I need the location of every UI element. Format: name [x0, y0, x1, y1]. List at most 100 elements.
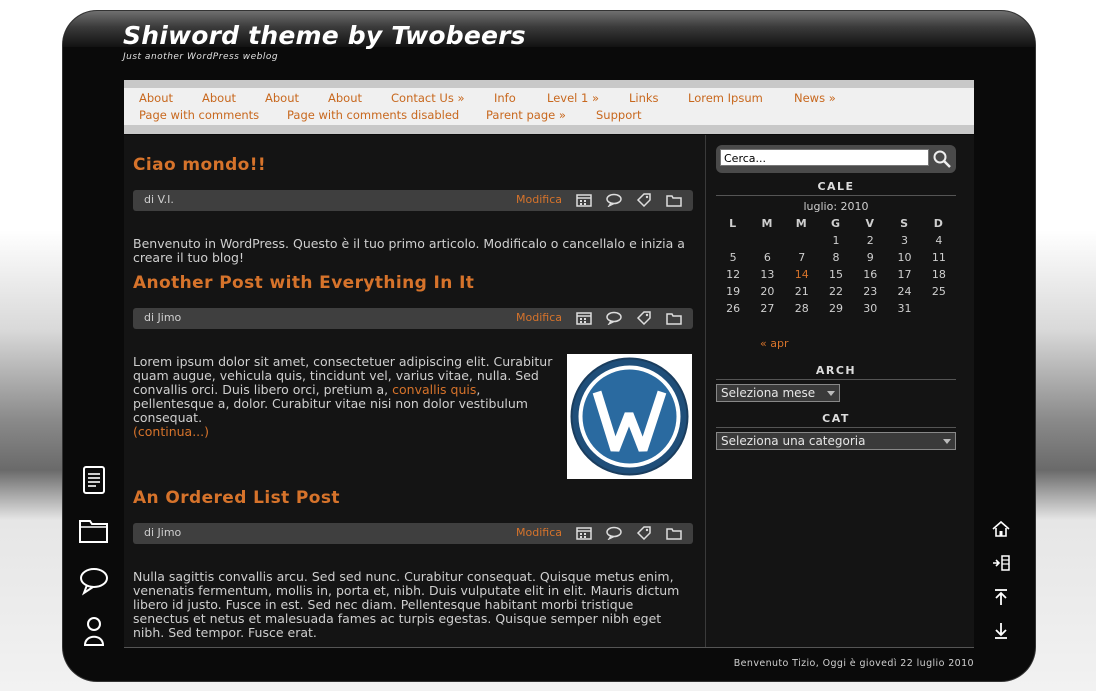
menu-item-page-with-comments[interactable]: Page with comments — [139, 108, 259, 122]
read-more-link[interactable]: (continua...) — [133, 424, 209, 439]
weekday: D — [933, 217, 944, 230]
menu-item-about-4[interactable]: About — [328, 91, 362, 105]
calendar-widget: luglio: 2010 L M M G V S D 1 2 3 4 5 6 7… — [716, 200, 956, 350]
post-excerpt: Benvenuto in WordPress. Questo è il tuo … — [133, 236, 685, 265]
menu-item-about-2[interactable]: About — [202, 91, 236, 105]
edit-link[interactable]: Modifica — [516, 193, 562, 206]
comment-icon[interactable] — [606, 311, 622, 325]
edit-link[interactable]: Modifica — [516, 311, 562, 324]
main-menu: About About About About Contact Us » Inf… — [124, 80, 974, 134]
calendar-day: 16 — [863, 268, 878, 281]
tag-icon[interactable] — [636, 193, 652, 207]
calendar-weekdays: L M M G V S D — [716, 215, 956, 232]
calendar-day: 9 — [866, 251, 874, 264]
site-tagline: Just another WordPress weblog — [123, 52, 279, 62]
calendar-day-today[interactable]: 14 — [785, 266, 819, 283]
calendar-day: 8 — [832, 251, 840, 264]
calendar-week: 5 6 7 8 9 10 11 — [716, 249, 956, 266]
post-author: di V.I. — [144, 193, 174, 206]
calendar-day: 6 — [763, 251, 771, 264]
calendar-day: 1 — [832, 234, 840, 247]
post-author: di Jimo — [144, 526, 182, 539]
share-icon[interactable] — [991, 553, 1011, 573]
folder-icon[interactable] — [666, 193, 682, 207]
menu-item-lorem-ipsum[interactable]: Lorem Ipsum — [688, 91, 763, 105]
chevron-down-icon — [827, 391, 835, 396]
menu-item-news[interactable]: News » — [794, 91, 836, 105]
calendar-day: 23 — [863, 285, 878, 298]
calendar-day — [785, 232, 819, 249]
calendar-day — [922, 300, 956, 317]
category-select[interactable]: Seleziona una categoria — [716, 432, 956, 450]
post-meta-bar: di V.I. Modifica — [133, 190, 693, 211]
menu-item-about-1[interactable]: About — [139, 91, 173, 105]
search-input[interactable]: Cerca... — [720, 149, 929, 166]
archive-widget-title: ARCH — [716, 364, 956, 380]
menu-item-links[interactable]: Links — [629, 91, 659, 105]
calendar-day: 29 — [828, 302, 843, 315]
tag-icon[interactable] — [636, 311, 652, 325]
calendar-icon[interactable] — [576, 193, 592, 207]
home-icon[interactable] — [991, 519, 1011, 539]
menu-item-page-comments-disabled[interactable]: Page with comments disabled — [287, 108, 459, 122]
calendar-day: 20 — [760, 285, 775, 298]
calendar-day: 18 — [931, 268, 946, 281]
archive-select[interactable]: Seleziona mese — [716, 384, 840, 402]
weekday: M — [795, 217, 808, 230]
folder-icon[interactable] — [666, 311, 682, 325]
post-excerpt: Lorem ipsum dolor sit amet, consectetuer… — [133, 355, 561, 439]
convallis-link[interactable]: convallis quis — [392, 382, 476, 397]
comment-icon[interactable] — [606, 526, 622, 540]
theme-frame: Shiword theme by Twobeers Just another W… — [63, 11, 1035, 681]
calendar-day: 19 — [726, 285, 741, 298]
sidebar: Cerca... CALE luglio: 2010 L M M G V S D… — [705, 135, 974, 647]
calendar-day: 5 — [729, 251, 737, 264]
post-title[interactable]: Another Post with Everything In It — [133, 273, 693, 293]
post-3: An Ordered List Post di Jimo Modifica Nu… — [133, 488, 693, 640]
comment-icon[interactable] — [606, 193, 622, 207]
calendar-prev-link[interactable]: « apr — [760, 337, 788, 350]
calendar-widget-title: CALE — [716, 180, 956, 196]
post-title[interactable]: Ciao mondo!! — [133, 155, 693, 175]
calendar-day — [716, 232, 750, 249]
calendar-icon[interactable] — [576, 311, 592, 325]
calendar-day: 25 — [931, 285, 946, 298]
menu-item-level-1[interactable]: Level 1 » — [547, 91, 599, 105]
calendar-day: 31 — [897, 302, 912, 315]
edit-link[interactable]: Modifica — [516, 526, 562, 539]
menu-item-support[interactable]: Support — [596, 108, 641, 122]
menu-item-contact-us[interactable]: Contact Us » — [391, 91, 465, 105]
calendar-week: 12 13 14 15 16 17 18 — [716, 266, 956, 283]
calendar-day: 15 — [828, 268, 843, 281]
calendar-day: 28 — [794, 302, 809, 315]
menu-item-info[interactable]: Info — [494, 91, 516, 105]
weekday: L — [729, 217, 738, 230]
content-area: Ciao mondo!! di V.I. Modifica Benvenuto … — [124, 135, 974, 647]
folder-icon[interactable] — [76, 513, 112, 549]
weekday: S — [900, 217, 910, 230]
tag-icon[interactable] — [636, 526, 652, 540]
menu-item-parent-page[interactable]: Parent page » — [486, 108, 566, 122]
calendar-icon[interactable] — [576, 526, 592, 540]
site-header: Shiword theme by Twobeers Just another W… — [123, 21, 526, 62]
calendar-day: 13 — [760, 268, 775, 281]
bottom-icon[interactable] — [991, 621, 1011, 641]
folder-icon[interactable] — [666, 526, 682, 540]
post-meta-bar: di Jimo Modifica — [133, 308, 693, 329]
user-icon[interactable] — [76, 613, 112, 649]
calendar-day: 26 — [726, 302, 741, 315]
calendar-day: 27 — [760, 302, 775, 315]
post-meta-bar: di Jimo Modifica — [133, 523, 693, 544]
menu-item-about-3[interactable]: About — [265, 91, 299, 105]
calendar-day: 24 — [897, 285, 912, 298]
top-icon[interactable] — [991, 587, 1011, 607]
weekday: V — [865, 217, 876, 230]
chevron-down-icon — [943, 439, 951, 444]
calendar-week: 1 2 3 4 — [716, 232, 956, 249]
calendar-caption: luglio: 2010 — [803, 200, 869, 213]
post-title[interactable]: An Ordered List Post — [133, 488, 693, 508]
comment-icon[interactable] — [76, 563, 112, 599]
search-icon[interactable] — [932, 149, 952, 169]
document-icon[interactable] — [76, 463, 112, 499]
site-title[interactable]: Shiword theme by Twobeers — [123, 21, 526, 50]
